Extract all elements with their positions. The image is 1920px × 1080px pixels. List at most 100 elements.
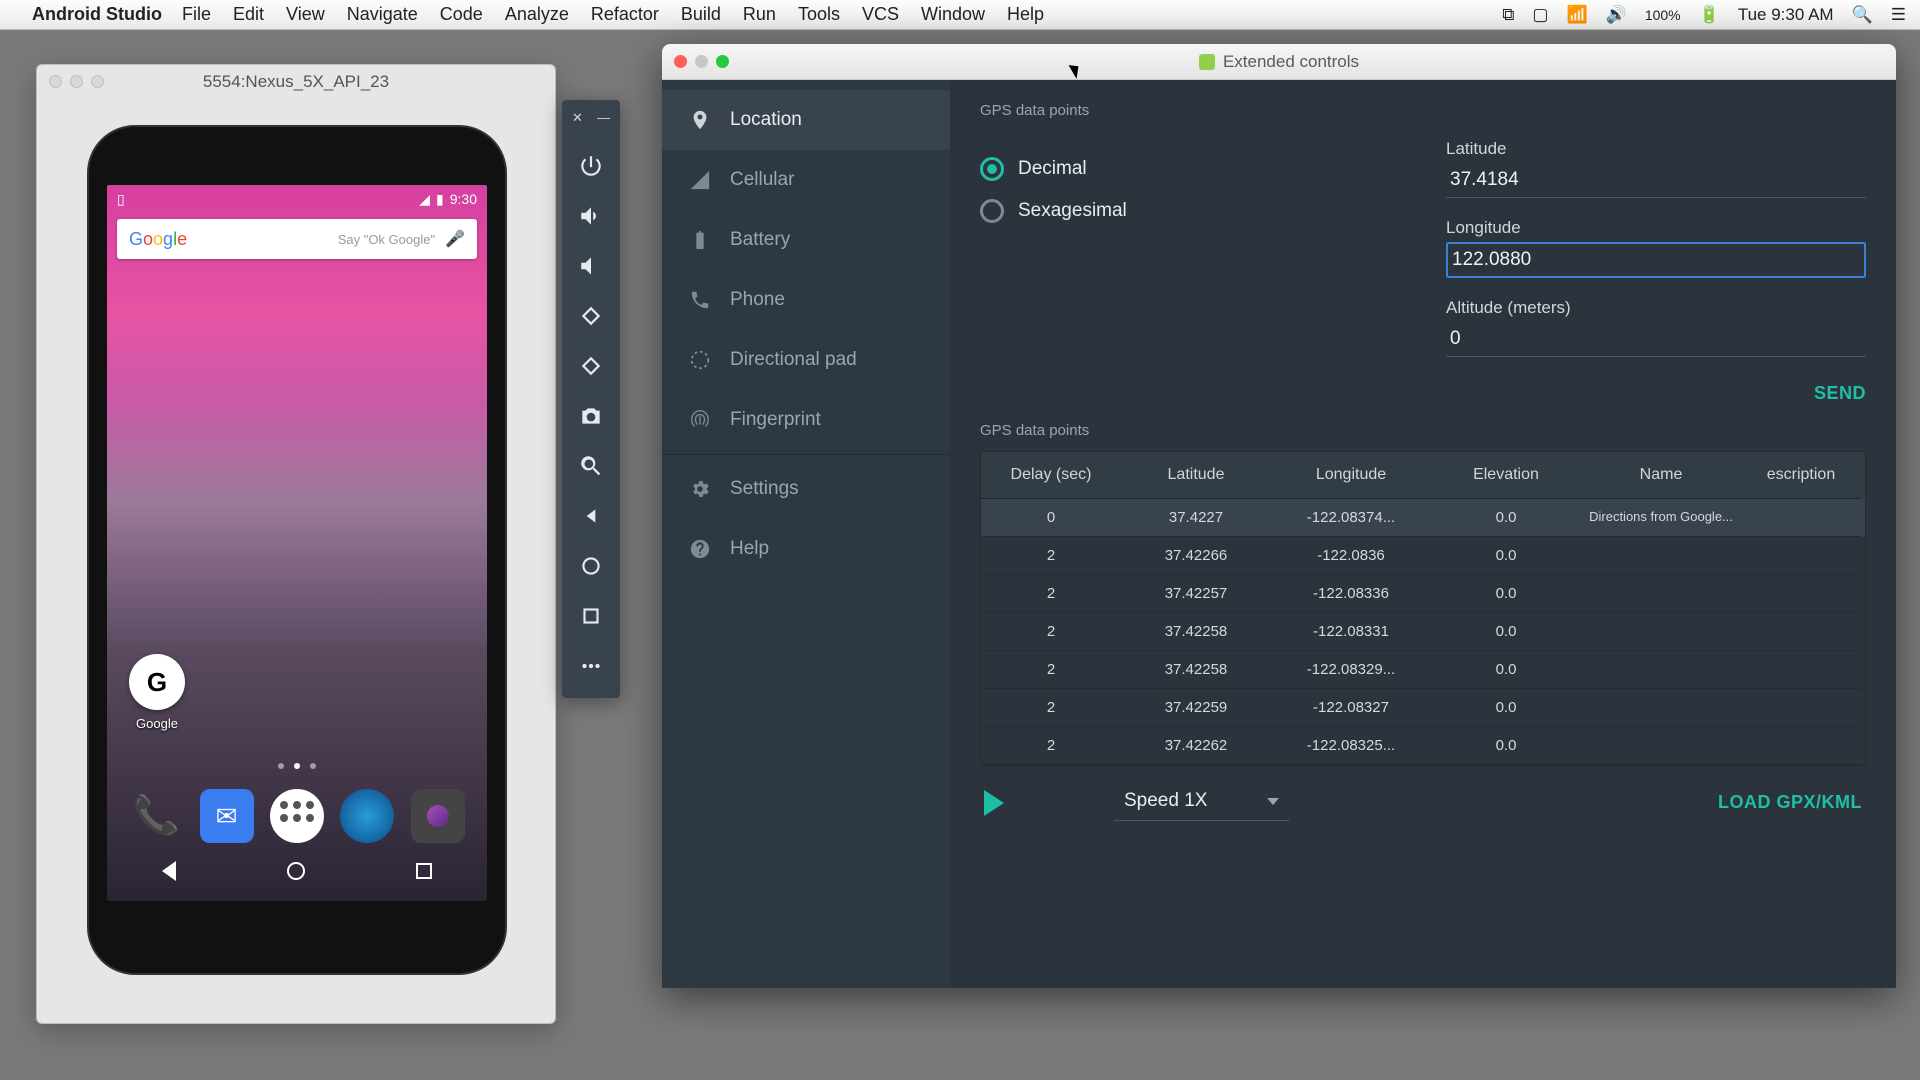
emu-traffic-close[interactable]	[49, 75, 62, 88]
menubar-clock[interactable]: Tue 9:30 AM	[1738, 5, 1834, 25]
home-button[interactable]	[571, 544, 611, 588]
menu-window[interactable]: Window	[921, 4, 985, 25]
ext-main-panel: GPS data points Decimal Sexagesimal Lati…	[950, 80, 1896, 988]
col-elev[interactable]: Elevation	[1431, 452, 1581, 499]
send-button[interactable]: SEND	[1814, 383, 1866, 404]
radio-label: Sexagesimal	[1018, 200, 1127, 222]
col-desc[interactable]: escription	[1741, 452, 1861, 499]
menu-help[interactable]: Help	[1007, 4, 1044, 25]
google-app-shortcut[interactable]: G Google	[129, 654, 185, 731]
menu-edit[interactable]: Edit	[233, 4, 264, 25]
mouse-cursor	[1072, 62, 1086, 82]
sidebar-label: Battery	[730, 229, 790, 251]
table-row[interactable]: 037.4227-122.08374...0.0Directions from …	[981, 499, 1865, 537]
menu-tools[interactable]: Tools	[798, 4, 840, 25]
power-button[interactable]	[571, 144, 611, 188]
col-lat[interactable]: Latitude	[1121, 452, 1271, 499]
ext-traffic-close[interactable]	[674, 55, 687, 68]
table-row[interactable]: 237.42258-122.083310.0	[981, 613, 1865, 651]
rotate-right-button[interactable]	[571, 344, 611, 388]
sidebar-item-settings[interactable]: Settings	[662, 459, 950, 519]
emu-traffic-min[interactable]	[70, 75, 83, 88]
play-button[interactable]	[984, 790, 1004, 816]
sidebar-item-phone[interactable]: Phone	[662, 270, 950, 330]
volume-icon[interactable]: 🔊	[1606, 5, 1627, 25]
ext-traffic-min[interactable]	[695, 55, 708, 68]
screenshare-icon[interactable]: ⧉	[1502, 5, 1514, 25]
camera-app[interactable]	[411, 789, 465, 843]
longitude-input[interactable]	[1446, 242, 1866, 278]
rotate-left-button[interactable]	[571, 294, 611, 338]
volume-up-button[interactable]	[571, 194, 611, 238]
menu-analyze[interactable]: Analyze	[505, 4, 569, 25]
airplay-icon[interactable]: ▢	[1532, 5, 1548, 25]
altitude-input[interactable]	[1446, 322, 1866, 357]
volume-down-button[interactable]	[571, 244, 611, 288]
speed-select[interactable]: Speed 1X	[1114, 784, 1289, 821]
sidebar-item-cellular[interactable]: Cellular	[662, 150, 950, 210]
android-dock: 📞 ✉	[107, 789, 487, 843]
wifi-icon[interactable]: 📶	[1566, 5, 1587, 25]
sidebar-item-location[interactable]: Location	[662, 90, 950, 150]
battery-percent[interactable]: 100%	[1645, 7, 1681, 23]
menubar-app-name[interactable]: Android Studio	[32, 4, 162, 25]
phone-app[interactable]: 📞	[129, 789, 183, 843]
menubar-right: ⧉ ▢ 📶 🔊 100% 🔋 Tue 9:30 AM 🔍 ☰	[1502, 5, 1906, 25]
nav-back[interactable]	[162, 861, 176, 881]
table-body[interactable]: 037.4227-122.08374...0.0Directions from …	[981, 499, 1865, 765]
toolbar-close-icon[interactable]: ✕	[572, 110, 583, 126]
toolbar-minimize-icon[interactable]: —	[597, 110, 610, 126]
radio-decimal[interactable]: Decimal	[980, 157, 1127, 181]
latitude-input[interactable]	[1446, 163, 1866, 198]
radio-sexagesimal[interactable]: Sexagesimal	[980, 199, 1127, 223]
screenshot-button[interactable]	[571, 394, 611, 438]
app-drawer[interactable]	[270, 789, 324, 843]
ext-titlebar[interactable]: Extended controls	[662, 44, 1896, 80]
overview-button[interactable]	[571, 594, 611, 638]
spotlight-icon[interactable]: 🔍	[1852, 5, 1873, 25]
table-row[interactable]: 237.42266-122.08360.0	[981, 537, 1865, 575]
sidebar-label: Location	[730, 109, 802, 131]
settings-icon	[688, 478, 712, 500]
menu-refactor[interactable]: Refactor	[591, 4, 659, 25]
mic-icon[interactable]: 🎤	[445, 229, 465, 249]
menu-code[interactable]: Code	[440, 4, 483, 25]
signal-icon: ◢	[419, 191, 430, 208]
sidebar-item-dpad[interactable]: Directional pad	[662, 330, 950, 390]
emu-traffic-max[interactable]	[91, 75, 104, 88]
menu-run[interactable]: Run	[743, 4, 776, 25]
table-row[interactable]: 237.42259-122.083270.0	[981, 689, 1865, 727]
table-row[interactable]: 237.42257-122.083360.0	[981, 575, 1865, 613]
table-row[interactable]: 237.42258-122.08329...0.0	[981, 651, 1865, 689]
google-search-bar[interactable]: Google Say "Ok Google" 🎤	[117, 219, 477, 259]
menu-vcs[interactable]: VCS	[862, 4, 899, 25]
col-name[interactable]: Name	[1581, 452, 1741, 499]
sidebar-item-fingerprint[interactable]: Fingerprint	[662, 390, 950, 450]
browser-app[interactable]	[340, 789, 394, 843]
col-delay[interactable]: Delay (sec)	[981, 452, 1121, 499]
sidebar-item-help[interactable]: Help	[662, 519, 950, 579]
menu-file[interactable]: File	[182, 4, 211, 25]
col-lon[interactable]: Longitude	[1271, 452, 1431, 499]
nav-overview[interactable]	[416, 863, 432, 879]
menu-build[interactable]: Build	[681, 4, 721, 25]
battery-icon[interactable]: 🔋	[1699, 5, 1720, 25]
menu-navigate[interactable]: Navigate	[347, 4, 418, 25]
zoom-button[interactable]	[571, 444, 611, 488]
nav-home[interactable]	[287, 862, 305, 880]
help-icon	[688, 538, 712, 560]
menu-icon[interactable]: ☰	[1891, 5, 1906, 25]
sidebar-label: Help	[730, 538, 769, 560]
back-button[interactable]	[571, 494, 611, 538]
load-gpx-button[interactable]: LOAD GPX/KML	[1718, 792, 1862, 813]
fingerprint-icon	[688, 409, 712, 431]
menu-view[interactable]: View	[286, 4, 325, 25]
ext-traffic-max[interactable]	[716, 55, 729, 68]
messages-app[interactable]: ✉	[200, 789, 254, 843]
table-row[interactable]: 237.42262-122.08325...0.0	[981, 727, 1865, 765]
page-indicator	[107, 763, 487, 769]
phone-screen[interactable]: ▯ ◢ ▮ 9:30 Google Say "Ok Google" 🎤 G Go…	[107, 185, 487, 901]
sidebar-item-battery[interactable]: Battery	[662, 210, 950, 270]
more-button[interactable]	[571, 644, 611, 688]
ext-window-icon	[1199, 54, 1215, 70]
